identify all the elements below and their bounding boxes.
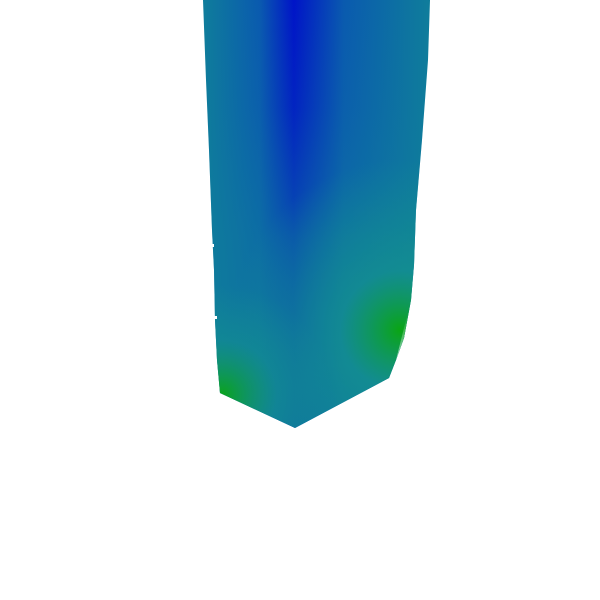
render-viewport (0, 0, 600, 600)
render-canvas (203, 0, 430, 428)
prism-shape (203, 0, 430, 428)
